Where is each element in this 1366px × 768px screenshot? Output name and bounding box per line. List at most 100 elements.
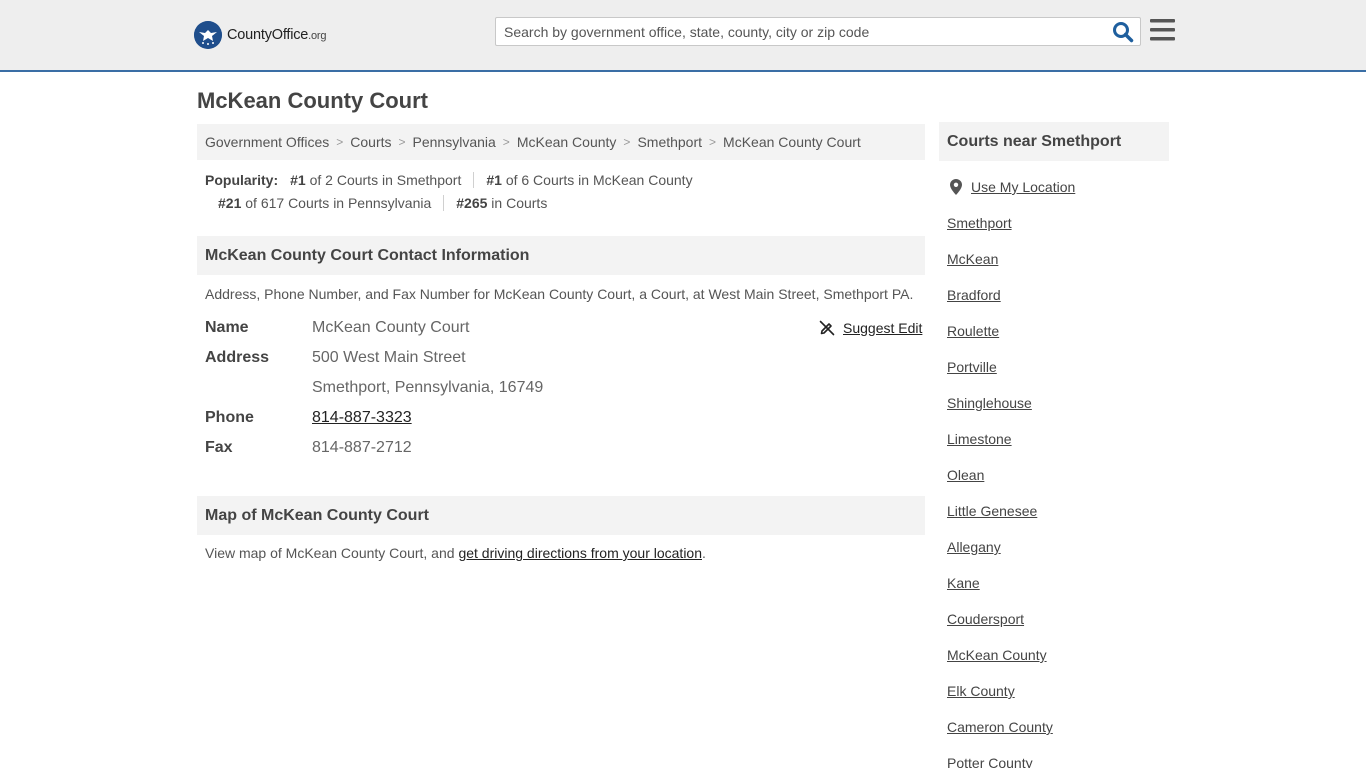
nearby-link-smethport[interactable]: Smethport xyxy=(947,215,1012,231)
list-item: Bradford xyxy=(947,286,1053,322)
popularity-item: #265 in Courts xyxy=(443,195,559,211)
breadcrumb: Government Offices > Courts > Pennsylvan… xyxy=(197,124,925,160)
chevron-right-icon: > xyxy=(398,135,406,149)
phone-link[interactable]: 814-887-3323 xyxy=(312,409,412,426)
phone-label: Phone xyxy=(205,409,254,426)
nearby-link-shinglehouse[interactable]: Shinglehouse xyxy=(947,395,1032,411)
eagle-seal-icon xyxy=(194,21,222,49)
sidebar-heading: Courts near Smethport xyxy=(939,122,1169,161)
nearby-link-little-genesee[interactable]: Little Genesee xyxy=(947,503,1037,519)
nearby-link-coudersport[interactable]: Coudersport xyxy=(947,611,1024,627)
popularity-rank: #1 xyxy=(290,172,306,188)
phone-row: Phone 814-887-3323 xyxy=(205,409,412,427)
popularity-line-2: #21 of 617 Courts in Pennsylvania #265 i… xyxy=(206,195,559,211)
popularity-line-1: Popularity: #1 of 2 Courts in Smethport … xyxy=(205,172,705,188)
map-desc-prefix: View map of McKean County Court, and xyxy=(205,545,459,561)
address-line1: 500 West Main Street xyxy=(312,349,466,366)
popularity-text: in Courts xyxy=(491,195,548,211)
site-header: CountyOffice.org xyxy=(0,0,1366,72)
popularity-text: of 617 Courts in Pennsylvania xyxy=(245,195,432,211)
chevron-right-icon: > xyxy=(623,135,631,149)
contact-description: Address, Phone Number, and Fax Number fo… xyxy=(205,286,914,302)
list-item: Olean xyxy=(947,466,1053,502)
nearby-link-olean[interactable]: Olean xyxy=(947,467,984,483)
address-row-2: Smethport, Pennsylvania, 16749 xyxy=(205,379,543,397)
nearby-link-bradford[interactable]: Bradford xyxy=(947,287,1001,303)
list-item: Allegany xyxy=(947,538,1053,574)
suggest-edit-label: Suggest Edit xyxy=(843,320,923,336)
popularity-text: of 2 Courts in Smethport xyxy=(309,172,462,188)
popularity-item: #21 of 617 Courts in Pennsylvania xyxy=(206,195,443,211)
nearby-link-allegany[interactable]: Allegany xyxy=(947,539,1001,555)
chevron-right-icon: > xyxy=(502,135,510,149)
list-item: Coudersport xyxy=(947,610,1053,646)
popularity-rank: #1 xyxy=(486,172,502,188)
address-label-spacer xyxy=(205,379,312,397)
page-title: McKean County Court xyxy=(197,88,428,113)
nearby-link-mckean-county[interactable]: McKean County xyxy=(947,647,1047,663)
nearby-link-limestone[interactable]: Limestone xyxy=(947,431,1012,447)
fax-row: Fax 814-887-2712 xyxy=(205,439,412,457)
popularity-text: of 6 Courts in McKean County xyxy=(505,172,693,188)
popularity-rank: #265 xyxy=(456,195,488,211)
logo-main: CountyOffice xyxy=(227,27,309,43)
fax-label: Fax xyxy=(205,439,233,456)
list-item: Limestone xyxy=(947,430,1053,466)
search-icon[interactable] xyxy=(1112,21,1134,43)
chevron-right-icon: > xyxy=(336,135,344,149)
list-item: Shinglehouse xyxy=(947,394,1053,430)
nearby-courts-list: Smethport McKean Bradford Roulette Portv… xyxy=(947,214,1053,768)
driving-directions-link[interactable]: get driving directions from your locatio… xyxy=(458,545,702,561)
hamburger-menu-icon[interactable] xyxy=(1150,18,1175,42)
popularity-item: #1 of 2 Courts in Smethport xyxy=(278,172,473,188)
nearby-link-mckean[interactable]: McKean xyxy=(947,251,998,267)
list-item: Potter County xyxy=(947,754,1053,768)
nearby-link-portville[interactable]: Portville xyxy=(947,359,997,375)
list-item: Portville xyxy=(947,358,1053,394)
breadcrumb-pennsylvania[interactable]: Pennsylvania xyxy=(413,134,496,150)
list-item: McKean County xyxy=(947,646,1053,682)
map-pin-icon xyxy=(950,179,962,195)
nearby-link-cameron-county[interactable]: Cameron County xyxy=(947,719,1053,735)
list-item: Little Genesee xyxy=(947,502,1053,538)
list-item: Cameron County xyxy=(947,718,1053,754)
search-box xyxy=(495,17,1141,46)
nearby-link-roulette[interactable]: Roulette xyxy=(947,323,999,339)
logo-tld: .org xyxy=(308,30,327,42)
popularity-item: #1 of 6 Courts in McKean County xyxy=(473,172,704,188)
list-item: Roulette xyxy=(947,322,1053,358)
name-value: McKean County Court xyxy=(312,319,470,336)
nearby-link-kane[interactable]: Kane xyxy=(947,575,980,591)
breadcrumb-mckean-county[interactable]: McKean County xyxy=(517,134,617,150)
popularity-label: Popularity: xyxy=(205,172,279,188)
map-description: View map of McKean County Court, and get… xyxy=(205,545,706,561)
search-input[interactable] xyxy=(496,18,1106,45)
pencil-slash-icon xyxy=(819,320,835,336)
chevron-right-icon: > xyxy=(709,135,717,149)
site-logo[interactable]: CountyOffice.org xyxy=(194,20,327,50)
map-heading: Map of McKean County Court xyxy=(197,496,925,535)
address-line2: Smethport, Pennsylvania, 16749 xyxy=(312,379,544,396)
list-item: Kane xyxy=(947,574,1053,610)
suggest-edit-link[interactable]: Suggest Edit xyxy=(819,320,922,336)
contact-heading: McKean County Court Contact Information xyxy=(197,236,925,275)
breadcrumb-smethport[interactable]: Smethport xyxy=(637,134,702,150)
breadcrumb-courts[interactable]: Courts xyxy=(350,134,391,150)
list-item: McKean xyxy=(947,250,1053,286)
list-item: Elk County xyxy=(947,682,1053,718)
name-label: Name xyxy=(205,319,249,336)
fax-value: 814-887-2712 xyxy=(312,439,412,456)
address-label: Address xyxy=(205,349,270,366)
breadcrumb-government-offices[interactable]: Government Offices xyxy=(205,134,329,150)
address-row: Address 500 West Main Street xyxy=(205,349,466,367)
use-my-location-label: Use My Location xyxy=(971,179,1076,195)
popularity-rank: #21 xyxy=(218,195,242,211)
breadcrumb-current: McKean County Court xyxy=(723,134,861,150)
nearby-link-potter-county[interactable]: Potter County xyxy=(947,755,1033,768)
use-my-location-link[interactable]: Use My Location xyxy=(950,179,1075,195)
nearby-link-elk-county[interactable]: Elk County xyxy=(947,683,1015,699)
list-item: Smethport xyxy=(947,214,1053,250)
logo-text: CountyOffice.org xyxy=(227,27,327,43)
name-row: Name McKean County Court xyxy=(205,319,469,337)
map-desc-suffix: . xyxy=(702,545,706,561)
